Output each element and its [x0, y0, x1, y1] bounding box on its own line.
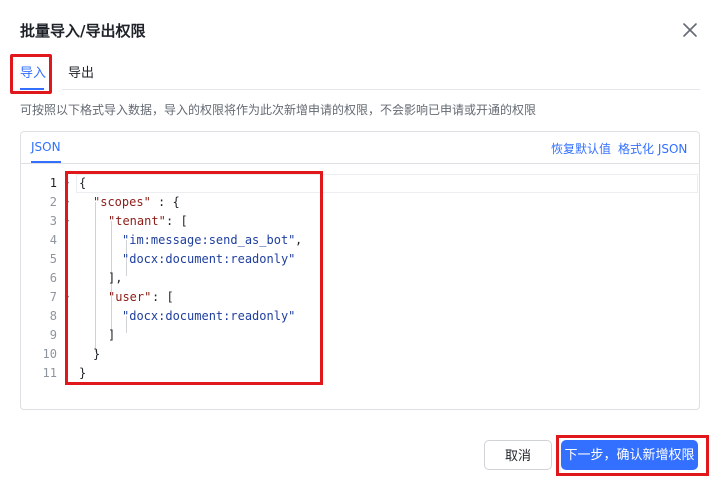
json-key: "user" [108, 290, 152, 304]
fold-chevron-icon[interactable]: ⌄ [64, 291, 74, 301]
fold-chevron-icon[interactable]: ⌄ [64, 215, 74, 225]
close-icon[interactable] [680, 20, 700, 40]
line-number: 6 [49, 271, 57, 285]
dialog-title: 批量导入/导出权限 [20, 22, 146, 40]
code-text: ] [108, 328, 116, 342]
code-line: 5 "docx:document:readonly" [21, 250, 699, 269]
code-text: , [295, 233, 303, 247]
line-number: 9 [49, 328, 57, 342]
line-number: 1 [49, 176, 57, 190]
code-text: : [ [166, 214, 188, 228]
code-text: : { [158, 195, 180, 209]
code-text: } [79, 366, 87, 380]
code-line: 6 ], [21, 269, 699, 288]
active-tab-indicator [20, 88, 44, 90]
code-line: 4 "im:message:send_as_bot" , [21, 231, 699, 250]
code-text: ], [108, 271, 123, 285]
editor-toolbar: JSON 恢复默认值 格式化 JSON [21, 132, 699, 164]
format-json-button[interactable]: 格式化 JSON [618, 140, 687, 157]
line-number: 11 [42, 366, 57, 380]
restore-default-button[interactable]: 恢复默认值 [551, 140, 611, 157]
confirm-add-permissions-button[interactable]: 下一步，确认新增权限 [561, 440, 698, 470]
close-icon-glyph [683, 23, 697, 37]
code-line: 9 ] [21, 326, 699, 345]
code-line: 2 ⌄ "scopes" : { [21, 193, 699, 212]
line-number: 3 [49, 214, 57, 228]
json-key: "scopes" [93, 195, 151, 209]
code-line: 7 ⌄ "user" : [ [21, 288, 699, 307]
line-number: 10 [42, 347, 57, 361]
editor-tab-indicator [31, 161, 61, 163]
code-text: { [79, 176, 87, 190]
line-number: 2 [49, 195, 57, 209]
code-line: 8 "docx:document:readonly" [21, 307, 699, 326]
tab-bar: 导入 导出 [0, 56, 720, 92]
cancel-button[interactable]: 取消 [484, 440, 552, 470]
editor-tab-json[interactable]: JSON [31, 140, 61, 154]
import-export-dialog: 批量导入/导出权限 导入 导出 可按照以下格式导入数据，导入的权限将作为此次新增… [0, 0, 720, 488]
fold-chevron-icon[interactable]: ⌄ [64, 177, 74, 187]
current-line-highlight [76, 174, 698, 193]
code-text: : [ [152, 290, 174, 304]
json-editor[interactable]: JSON 恢复默认值 格式化 JSON 1 ⌄ { 2 ⌄ "scopes" :… [20, 131, 700, 410]
tab-export[interactable]: 导出 [68, 62, 94, 81]
import-description: 可按照以下格式导入数据，导入的权限将作为此次新增申请的权限，不会影响已申请或开通… [20, 103, 537, 117]
tab-divider [62, 89, 700, 90]
json-string: "docx:document:readonly" [122, 309, 296, 323]
code-line: 10 } [21, 345, 699, 364]
line-number: 8 [49, 309, 57, 323]
line-number: 4 [49, 233, 57, 247]
json-string: "docx:document:readonly" [122, 252, 296, 266]
json-string: "im:message:send_as_bot" [122, 233, 296, 247]
code-line: 11 } [21, 364, 699, 383]
tab-import[interactable]: 导入 [20, 62, 46, 81]
line-number: 5 [49, 252, 57, 266]
code-line: 3 ⌄ "tenant" : [ [21, 212, 699, 231]
line-number: 7 [49, 290, 57, 304]
json-key: "tenant" [108, 214, 166, 228]
fold-chevron-icon[interactable]: ⌄ [64, 196, 74, 206]
code-text: } [93, 347, 101, 361]
code-line: 1 ⌄ { [21, 174, 699, 193]
